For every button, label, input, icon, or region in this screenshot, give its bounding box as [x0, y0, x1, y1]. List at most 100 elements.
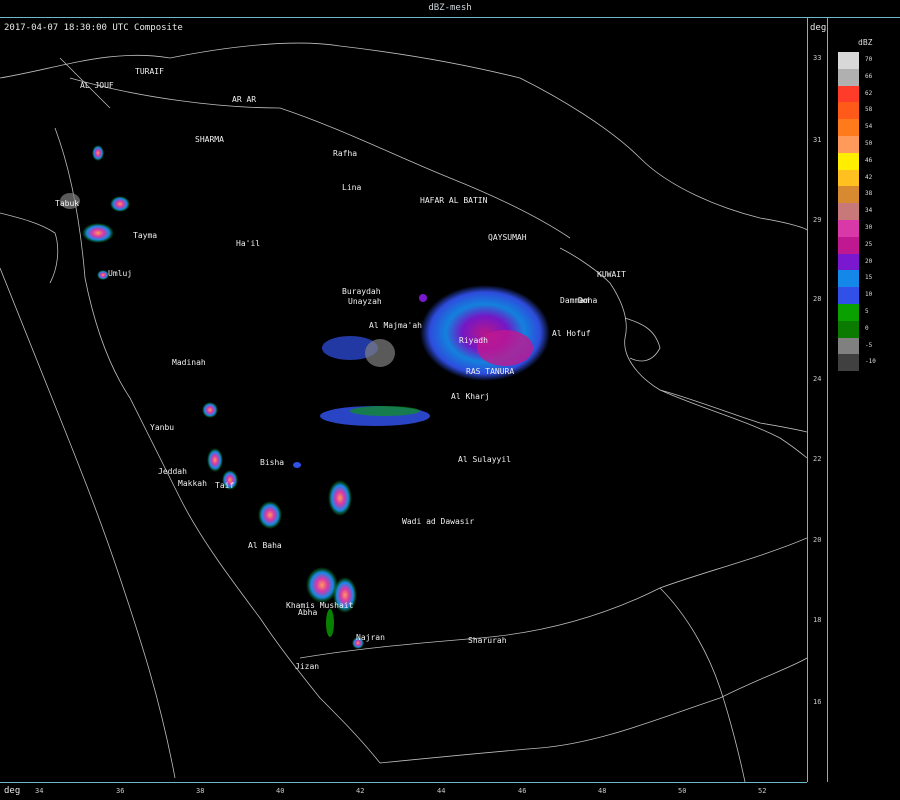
place-label: Bisha	[260, 458, 284, 467]
place-label: Doha	[578, 296, 597, 305]
place-label: Buraydah	[342, 287, 381, 296]
legend-swatch	[838, 270, 859, 288]
legend-value: 25	[865, 240, 873, 248]
legend-entry: -10	[838, 354, 878, 372]
lat-tick-label: 28	[813, 295, 822, 303]
radar-map[interactable]: TURAIF AL JOUF AR AR SHARMA Rafha Lina T…	[0, 18, 807, 782]
legend-swatch	[838, 287, 859, 304]
axis-frame	[827, 18, 828, 782]
lat-tick-label: 24	[813, 375, 822, 383]
lon-tick-label: 44	[437, 787, 446, 795]
legend-value: 66	[865, 72, 873, 80]
legend-entry: 70	[838, 52, 878, 69]
title-bar: dBZ-mesh	[0, 0, 900, 18]
lon-tick-label: 48	[598, 787, 607, 795]
lat-tick-label: 22	[813, 455, 822, 463]
legend-swatch	[838, 186, 859, 204]
window-title: dBZ-mesh	[428, 3, 472, 13]
lon-tick-label: 40	[276, 787, 285, 795]
lon-tick-label: 34	[35, 787, 44, 795]
legend-entry: -5	[838, 337, 878, 355]
legend-entry: 38	[838, 186, 878, 204]
legend-entry: 15	[838, 270, 878, 288]
timestamp-label: 2017-04-07 18:30:00 UTC Composite	[4, 23, 183, 33]
place-label: Sharurah	[468, 636, 507, 645]
place-label: Jeddah	[158, 467, 187, 476]
place-label: AL JOUF	[80, 81, 114, 90]
red-sea-west-coast	[0, 267, 176, 779]
lat-tick-label: 20	[813, 536, 822, 544]
red-sea-coast	[54, 127, 381, 764]
yemen-south-coast	[379, 657, 807, 764]
legend-value: 42	[865, 173, 873, 181]
lat-tick-label: 29	[813, 216, 822, 224]
legend-entry: 10	[838, 287, 878, 304]
echo-bisha	[328, 480, 352, 516]
legend-swatch	[838, 354, 859, 372]
legend-swatch	[838, 119, 859, 136]
legend-entry: 34	[838, 203, 878, 220]
uae-coast	[659, 389, 807, 459]
legend-value: -5	[865, 341, 873, 349]
legend-value: 10	[865, 291, 873, 299]
lon-tick-label: 36	[116, 787, 125, 795]
lat-tick-label: 16	[813, 698, 822, 706]
legend-entry: 20	[838, 253, 878, 271]
legend-swatch	[838, 303, 859, 321]
echo-tabuk-2	[110, 196, 130, 212]
legend-swatch	[838, 52, 859, 69]
echo-tabuk-1	[82, 223, 114, 243]
place-label: Yanbu	[150, 423, 174, 432]
legend-value: 5	[865, 307, 869, 315]
legend-swatch	[838, 68, 859, 86]
legend-value: 20	[865, 257, 873, 265]
place-label: Tabuk	[55, 199, 79, 208]
legend-swatch	[838, 203, 859, 220]
place-label: AR AR	[232, 95, 256, 104]
iraq-border	[69, 77, 571, 239]
place-label: Khamis Mushait	[286, 601, 354, 610]
place-label: Madinah	[172, 358, 206, 367]
legend-entry: 54	[838, 119, 878, 136]
lat-tick-label: 18	[813, 616, 822, 624]
legend-swatch	[838, 85, 859, 103]
place-label: Al Sulayyil	[458, 455, 511, 464]
echo-taif-1	[207, 448, 223, 472]
place-label: Taif	[215, 481, 234, 490]
legend-entry: 58	[838, 102, 878, 120]
place-label: Al Hofuf	[552, 329, 591, 338]
place-label: Najran	[356, 633, 385, 642]
echo-tabuk-3	[92, 145, 104, 161]
legend-entry: 42	[838, 169, 878, 187]
place-label: TURAIF	[135, 67, 164, 76]
legend-swatch	[838, 253, 859, 271]
legend-swatch	[838, 236, 859, 254]
legend-swatch	[838, 219, 859, 237]
dbz-legend: dBZ 70 66 62 58 54 50 46 42 38 34 30 25 …	[838, 38, 878, 372]
lat-tick-label: 31	[813, 136, 822, 144]
place-label: Rafha	[333, 149, 357, 158]
legend-value: 46	[865, 156, 873, 164]
legend-entry: 66	[838, 68, 878, 86]
place-label: SHARMA	[195, 135, 224, 144]
legend-entry: 30	[838, 219, 878, 237]
legend-value: 70	[865, 56, 873, 63]
echo-band-south-green	[350, 406, 420, 416]
qatar-coast	[624, 317, 661, 362]
lon-tick-label: 46	[518, 787, 527, 795]
place-label: Wadi ad Dawasir	[402, 517, 474, 526]
place-label: Al Kharj	[451, 392, 490, 401]
legend-value: 30	[865, 223, 873, 231]
place-label: Makkah	[178, 479, 207, 488]
legend-entry: 62	[838, 85, 878, 103]
echo-hail	[293, 462, 301, 468]
place-label: Al Majma'ah	[369, 321, 422, 330]
echo-madinah	[202, 402, 218, 418]
legend-value: 0	[865, 324, 869, 332]
oman-border	[659, 587, 746, 782]
place-label: Unayzah	[348, 297, 382, 306]
lon-unit-label: deg	[4, 786, 21, 796]
legend-value: 50	[865, 139, 873, 147]
longitude-axis: 34 36 38 40 42 44 46 48 50 52	[0, 782, 807, 800]
legend-value: -10	[865, 358, 876, 366]
